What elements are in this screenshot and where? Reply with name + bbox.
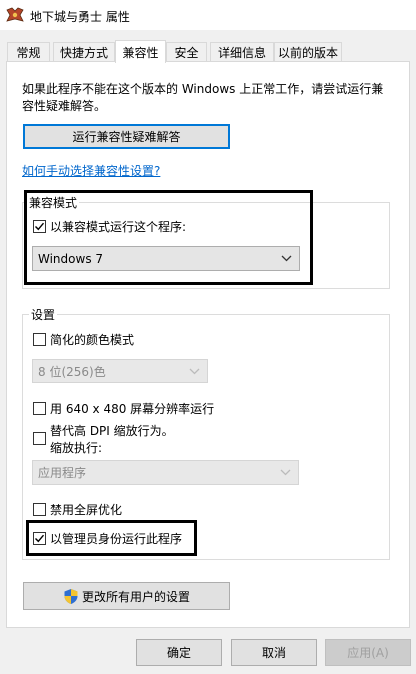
tab-security[interactable]: 安全 [166,42,207,62]
window-title: 地下城与勇士 属性 [30,10,130,24]
fullscreen-opt-checkbox[interactable] [33,503,46,516]
chevron-down-icon [189,368,200,375]
tab-general[interactable]: 常规 [7,42,50,62]
cancel-button[interactable]: 取消 [231,639,317,666]
apply-button[interactable]: 应用(A) [325,639,411,666]
manual-compat-link[interactable]: 如何手动选择兼容性设置? [22,162,160,179]
chevron-down-icon [280,469,291,476]
ok-button[interactable]: 确定 [136,639,222,666]
fullscreen-opt-label: 禁用全屏优化 [50,503,123,517]
shield-icon [64,588,78,604]
title-bar: 地下城与勇士 属性 [0,0,416,30]
tab-details[interactable]: 详细信息 [210,42,274,62]
dpi-scaling-value: 应用程序 [38,466,87,480]
app-icon [6,7,24,22]
troubleshoot-button[interactable]: 运行兼容性疑难解答 [23,124,230,149]
tab-shortcut[interactable]: 快捷方式 [53,42,115,62]
color-mode-value: 8 位(256)色 [38,364,106,379]
high-dpi-checkbox[interactable] [33,432,46,445]
tab-strip: 常规 快捷方式 兼容性 安全 详细信息 以前的版本 [0,40,416,63]
reduced-color-label: 简化的颜色模式 [50,333,135,347]
tab-compatibility[interactable]: 兼容性 [115,40,166,63]
change-all-users-label: 更改所有用户的设置 [81,589,190,604]
color-mode-select[interactable]: 8 位(256)色 [32,359,208,383]
change-all-users-button[interactable]: 更改所有用户的设置 [23,582,230,610]
settings-legend: 设置 [29,306,58,323]
admin-highlight [26,520,197,556]
compat-mode-highlight [24,190,313,285]
dpi-scaling-select[interactable]: 应用程序 [32,460,299,485]
reduced-color-checkbox[interactable] [33,333,46,346]
dpi-scaling-label: 缩放执行: [50,441,103,455]
high-dpi-label: 替代高 DPI 缩放行为。 [50,424,174,438]
tab-previous-versions[interactable]: 以前的版本 [274,42,342,62]
compat-intro-text: 如果此程序不能在这个版本的 Windows 上正常工作，请尝试运行兼容性疑难解答… [22,82,384,113]
res-640-checkbox[interactable] [33,402,46,415]
res-640-label: 用 640 x 480 屏幕分辨率运行 [50,402,215,416]
